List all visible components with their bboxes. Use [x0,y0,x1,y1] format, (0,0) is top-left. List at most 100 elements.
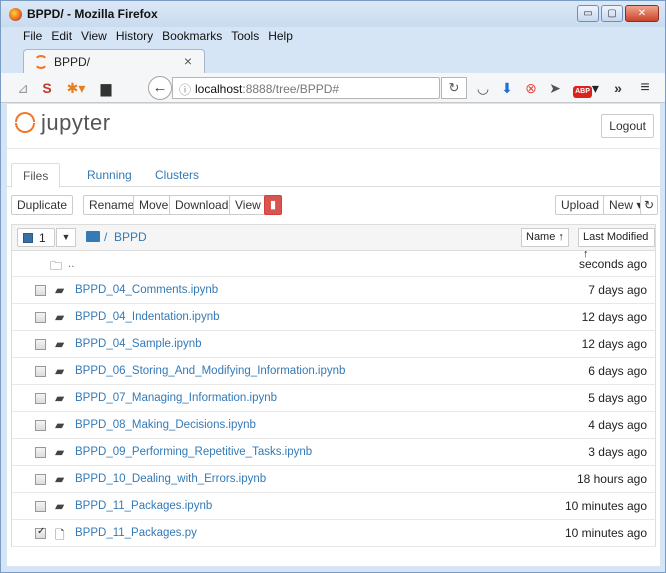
info-icon[interactable]: ⓘ [179,81,191,98]
blocker-icon[interactable]: ⊗ [523,78,539,98]
list-item[interactable]: ▰ BPPD_06_Storing_And_Modifying_Informati… [11,358,656,385]
menu-icon[interactable]: ≡ [637,78,653,98]
delete-button[interactable]: ▮ [264,195,282,215]
menu-tools[interactable]: Tools [231,29,259,43]
row-checkbox[interactable] [35,474,46,485]
file-name-link[interactable]: BPPD_04_Comments.ipynb [75,284,218,296]
row-checkbox[interactable] [35,447,46,458]
file-name-link[interactable]: BPPD_04_Sample.ipynb [75,338,202,350]
reload-icon[interactable]: ↻ [441,77,467,99]
file-modified: 12 days ago [581,337,647,351]
select-dropdown-caret-icon[interactable]: ▼ [56,228,76,247]
s-addon-icon[interactable]: S [39,78,55,98]
row-checkbox[interactable] [35,366,46,377]
folder-icon[interactable] [86,231,100,242]
refresh-button[interactable]: ↻ [640,195,658,215]
browser-tab[interactable]: BPPD/ × [23,49,205,73]
notebook-icon: ▰ [55,445,65,459]
download-icon[interactable]: ⬇ [499,78,515,98]
file-toolbar: Duplicate Rename Move Download View ▮ Up… [7,195,660,217]
breadcrumb-bppd[interactable]: BPPD [114,230,147,244]
navigation-toolbar: ⊿ S ✱▾ ▆ ← ⓘ localhost:8888/tree/BPPD# ↻… [1,73,665,103]
tab-strip: BPPD/ × [1,45,665,73]
printer-icon[interactable]: ▆ [98,78,114,98]
list-item[interactable]: ▰ BPPD_10_Dealing_with_Errors.ipynb 18 hou… [11,466,656,493]
list-item[interactable]: ▰ BPPD_07_Managing_Information.ipynb 5 day… [11,385,656,412]
parent-dir-link[interactable]: .. [68,258,74,270]
back-button[interactable]: ← [148,76,172,100]
file-name-link[interactable]: BPPD_07_Managing_Information.ipynb [75,392,277,404]
upload-button[interactable]: Upload [555,195,606,215]
logout-button[interactable]: Logout [601,114,654,138]
breadcrumb-separator: / [104,230,108,244]
tab-running[interactable]: Running [76,163,143,188]
file-name-link[interactable]: BPPD_10_Dealing_with_Errors.ipynb [75,473,266,485]
file-modified: 10 minutes ago [564,526,647,540]
list-item[interactable]: ▰ BPPD_09_Performing_Repetitive_Tasks.ipy… [11,439,656,466]
minimize-button[interactable]: ▭ [577,5,599,22]
view-button[interactable]: View [229,195,267,215]
notebook-icon: ▰ [55,310,65,324]
notebook-icon: ▰ [55,472,65,486]
duplicate-button[interactable]: Duplicate [11,195,74,215]
list-item[interactable]: ▰ BPPD_04_Indentation.ipynb 12 days ago [11,304,656,331]
bug-icon[interactable]: ✱▾ [63,78,89,98]
menu-bookmarks[interactable]: Bookmarks [162,29,222,43]
trash-icon: ▮ [269,199,277,211]
file-modified: 18 hours ago [576,472,647,486]
sort-by-modified-button[interactable]: Last Modified ↑ [578,228,655,260]
menu-bar: File Edit View History Bookmarks Tools H… [1,27,665,45]
row-checkbox[interactable] [35,339,46,350]
list-item-parent[interactable]: 🗀 .. seconds ago [11,251,656,277]
jupyter-logo-icon[interactable] [15,112,35,133]
menu-help[interactable]: Help [268,29,293,43]
browser-window: BPPD/ - Mozilla Firefox ▭ ▢ ✕ File Edit … [0,0,666,573]
list-item[interactable]: ▰ BPPD_04_Sample.ipynb 12 days ago [11,331,656,358]
title-bar: BPPD/ - Mozilla Firefox ▭ ▢ ✕ [1,1,665,27]
file-name-link[interactable]: BPPD_04_Indentation.ipynb [75,311,220,323]
file-name-link[interactable]: BPPD_11_Packages.ipynb [75,500,212,512]
list-item[interactable]: ▰ BPPD_04_Comments.ipynb 7 days ago [11,277,656,304]
pocket-icon[interactable]: ◡ [475,78,491,98]
overflow-icon[interactable]: » [611,78,625,98]
row-checkbox[interactable] [35,312,46,323]
file-modified: 6 days ago [588,364,647,378]
breadcrumb: / BPPD [104,230,147,244]
tab-files[interactable]: Files [11,163,61,188]
send-icon[interactable]: ➤ [547,78,563,98]
close-tab-icon[interactable]: × [184,53,192,69]
file-modified: 4 days ago [588,418,647,432]
row-checkbox[interactable] [35,285,46,296]
browser-tab-label: BPPD/ [54,55,91,69]
list-item[interactable]: ▰ BPPD_08_Making_Decisions.ipynb 4 days ag… [11,412,656,439]
adblock-button[interactable]: ABP ▾ [571,78,601,98]
maximize-button[interactable]: ▢ [601,5,623,22]
url-bar[interactable]: ⓘ localhost:8888/tree/BPPD# [172,77,440,99]
menu-view[interactable]: View [81,29,107,43]
rename-button[interactable]: Rename [83,195,141,215]
row-checkbox[interactable] [35,501,46,512]
sort-by-name-button[interactable]: Name ↑ [521,228,569,247]
menu-file[interactable]: File [23,29,42,43]
list-item[interactable]: 🗋 BPPD_11_Packages.py 10 minutes ago [11,520,656,547]
notebook-icon: ▰ [55,283,65,297]
file-name-link[interactable]: BPPD_08_Making_Decisions.ipynb [75,419,256,431]
menu-edit[interactable]: Edit [51,29,72,43]
row-checkbox[interactable] [35,393,46,404]
close-window-button[interactable]: ✕ [625,5,659,22]
file-name-link[interactable]: BPPD_11_Packages.py [75,527,197,539]
file-name-link[interactable]: BPPD_09_Performing_Repetitive_Tasks.ipyn… [75,446,312,458]
url-path: :8888/tree/BPPD# [242,82,340,96]
select-all-checkbox[interactable]: 1 [17,228,55,247]
file-name-link[interactable]: BPPD_06_Storing_And_Modifying_Informatio… [75,365,345,377]
jupyter-logo-text[interactable]: jupyter [41,110,111,136]
file-icon: 🗋 [55,528,65,542]
list-item[interactable]: ▰ BPPD_11_Packages.ipynb 10 minutes ago [11,493,656,520]
download-button[interactable]: Download [169,195,235,215]
row-checkbox[interactable] [35,420,46,431]
row-checkbox[interactable] [35,526,46,539]
file-modified: 12 days ago [581,310,647,324]
menu-history[interactable]: History [116,29,153,43]
rss-icon[interactable]: ⊿ [15,78,31,98]
tab-clusters[interactable]: Clusters [144,163,210,188]
